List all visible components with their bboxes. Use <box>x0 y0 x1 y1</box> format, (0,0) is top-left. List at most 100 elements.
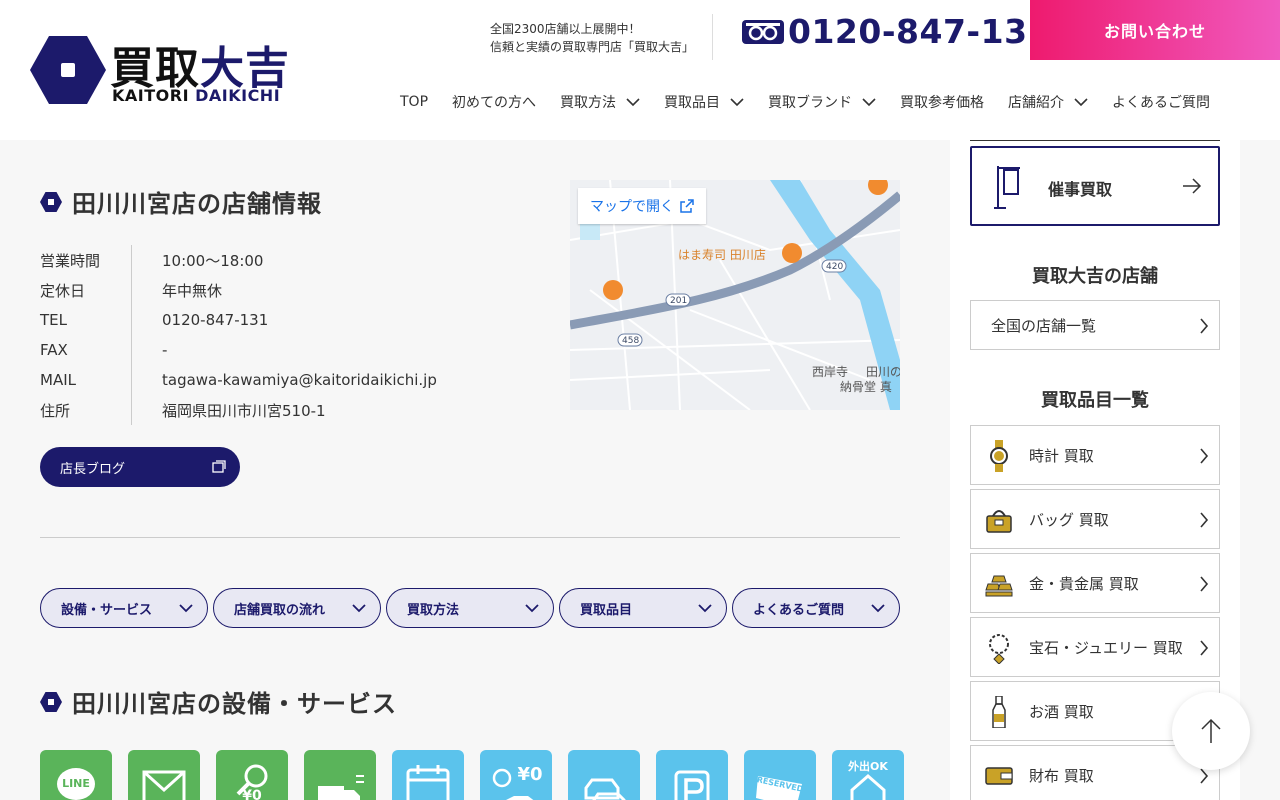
nav-reference-prices[interactable]: 買取参考価格 <box>900 92 984 112</box>
services-title: 田川川宮店の設備・サービス <box>40 684 397 719</box>
info-row-holiday: 定休日 年中無休 <box>40 275 437 305</box>
truck-icon <box>318 775 364 800</box>
tab-facilities[interactable]: 設備・サービス <box>40 588 208 628</box>
service-icons: LINE ¥0 ¥0 RESERVED 外出OK <box>40 750 920 800</box>
chevron-down-icon <box>626 98 640 107</box>
chevron-right-icon <box>1200 318 1209 334</box>
map-route-420: 420 <box>826 262 844 272</box>
chevron-right-icon <box>1200 640 1209 656</box>
info-row-address: 住所 福岡県田川市川宮510-1 <box>40 395 437 425</box>
chevron-down-icon <box>525 604 539 613</box>
open-map-button[interactable]: マップで開く <box>578 188 706 224</box>
stores-heading: 買取大吉の店舗 <box>1032 266 1158 287</box>
nav-stores[interactable]: 店舗紹介 <box>1008 92 1088 112</box>
mail-link[interactable]: tagawa-kawamiya@kaitoridaikichi.jp <box>132 371 437 389</box>
chevron-right-icon <box>1200 576 1209 592</box>
site-header: 買取大吉 KAITORI DAIKICHI 全国2300店舗以上展開中！ 信頼と… <box>0 0 1280 140</box>
header-divider <box>712 14 713 60</box>
categories-heading: 買取品目一覧 <box>1041 390 1149 411</box>
info-row-hours: 営業時間 10:00〜18:00 <box>40 245 437 275</box>
service-delivery <box>304 750 376 800</box>
global-nav: TOP 初めての方へ 買取方法 買取品目 買取ブランド 買取参考価格 店舗紹介 … <box>400 90 1210 114</box>
house-icon <box>850 774 886 800</box>
tab-faq[interactable]: よくあるご質問 <box>732 588 900 628</box>
info-row-fax: FAX - <box>40 335 437 365</box>
service-outing-ok: 外出OK <box>832 750 904 800</box>
cars-icon <box>584 778 626 800</box>
phone-number: 0120-847-131 <box>788 12 1052 51</box>
site-logo[interactable]: 買取大吉 KAITORI DAIKICHI <box>30 36 320 106</box>
hexagon-bullet-icon <box>40 191 62 212</box>
service-reserved: RESERVED <box>744 750 816 800</box>
service-parking <box>656 750 728 800</box>
chevron-down-icon <box>179 604 193 613</box>
map-route-458: 458 <box>622 336 640 346</box>
tab-items[interactable]: 買取品目 <box>559 588 727 628</box>
chevron-down-icon <box>862 98 876 107</box>
tagline-line-1: 全国2300店舗以上展開中！ <box>490 22 641 36</box>
logo-english-text: KAITORI DAIKICHI <box>112 86 281 105</box>
chevron-down-icon <box>698 604 712 613</box>
mail-icon <box>142 770 186 800</box>
category-watch[interactable]: 時計 買取 <box>970 425 1220 485</box>
nav-purchase-method[interactable]: 買取方法 <box>560 92 640 112</box>
watch-icon <box>990 440 1008 472</box>
all-stores-link[interactable]: 全国の店舗一覧 <box>970 300 1220 350</box>
chevron-right-icon <box>1200 768 1209 784</box>
service-free-parking: ¥0 <box>480 750 552 800</box>
event-purchase-button[interactable]: 催事買取 <box>970 146 1220 226</box>
store-map[interactable]: マップで開く はま寿司 田川店 420 201 458 西岸寺 田川の 納骨堂 … <box>570 180 900 410</box>
free-dial-icon <box>742 19 784 44</box>
section-divider <box>40 537 900 538</box>
map-route-201: 201 <box>670 296 688 306</box>
chevron-down-icon <box>871 604 885 613</box>
category-gold[interactable]: 金・貴金属 買取 <box>970 553 1220 613</box>
main-content: 田川川宮店の店舗情報 営業時間 10:00〜18:00 定休日 年中無休 TEL 01… <box>0 140 950 800</box>
chevron-down-icon <box>1074 98 1088 107</box>
bottle-icon <box>992 696 1006 728</box>
sidebar-top-line <box>970 140 1220 141</box>
external-link-icon <box>680 199 694 213</box>
chevron-down-icon <box>352 604 366 613</box>
tab-store-flow[interactable]: 店舗買取の流れ <box>213 588 381 628</box>
parking-icon <box>674 770 710 800</box>
service-reservation <box>392 750 464 800</box>
calendar-icon <box>406 765 450 800</box>
service-mail <box>128 750 200 800</box>
chevron-right-icon <box>1200 512 1209 528</box>
service-free-appraisal: ¥0 <box>216 750 288 800</box>
arrow-right-icon <box>1183 178 1202 194</box>
event-banner-icon <box>994 166 1020 209</box>
scroll-to-top-button[interactable] <box>1172 692 1250 770</box>
category-jewelry[interactable]: 宝石・ジュエリー 買取 <box>970 617 1220 677</box>
info-row-tel: TEL 0120-847-131 <box>40 305 437 335</box>
gold-bar-icon <box>985 575 1013 597</box>
contact-button[interactable]: お問い合わせ <box>1030 0 1280 60</box>
store-info-title: 田川川宮店の店舗情報 <box>40 184 322 219</box>
nav-faq[interactable]: よくあるご質問 <box>1112 92 1210 112</box>
tel-link[interactable]: 0120-847-131 <box>132 311 268 329</box>
arrow-up-icon <box>1201 718 1221 743</box>
service-line: LINE <box>40 750 112 800</box>
tagline-line-2: 信頼と実績の買取専門店「買取大吉」 <box>490 40 695 54</box>
header-tagline: 全国2300店舗以上展開中！ 信頼と実績の買取専門店「買取大吉」 <box>490 20 694 56</box>
category-bag[interactable]: バッグ 買取 <box>970 489 1220 549</box>
chevron-right-icon <box>1200 448 1209 464</box>
manager-blog-button[interactable]: 店長ブログ <box>40 447 240 487</box>
info-row-mail: MAIL tagawa-kawamiya@kaitoridaikichi.jp <box>40 365 437 395</box>
nav-items[interactable]: 買取品目 <box>664 92 744 112</box>
header-phone[interactable]: 0120-847-131 <box>742 12 1051 51</box>
store-info-table: 営業時間 10:00〜18:00 定休日 年中無休 TEL 0120-847-131 … <box>40 245 437 425</box>
map-place-nokotsudo: 納骨堂 真 <box>840 380 892 394</box>
sidebar-gutter <box>1240 140 1280 800</box>
hexagon-bullet-icon <box>40 691 62 712</box>
nav-first-time[interactable]: 初めての方へ <box>452 92 536 112</box>
bag-icon <box>986 510 1012 533</box>
nav-brands[interactable]: 買取ブランド <box>768 92 876 112</box>
external-window-icon <box>212 460 226 473</box>
tab-purchase-method[interactable]: 買取方法 <box>386 588 554 628</box>
logo-hexagon-icon <box>30 36 106 104</box>
service-parking-lot <box>568 750 640 800</box>
nav-top[interactable]: TOP <box>400 94 428 110</box>
section-tabs: 設備・サービス 店舗買取の流れ 買取方法 買取品目 よくあるご質問 <box>40 588 900 628</box>
